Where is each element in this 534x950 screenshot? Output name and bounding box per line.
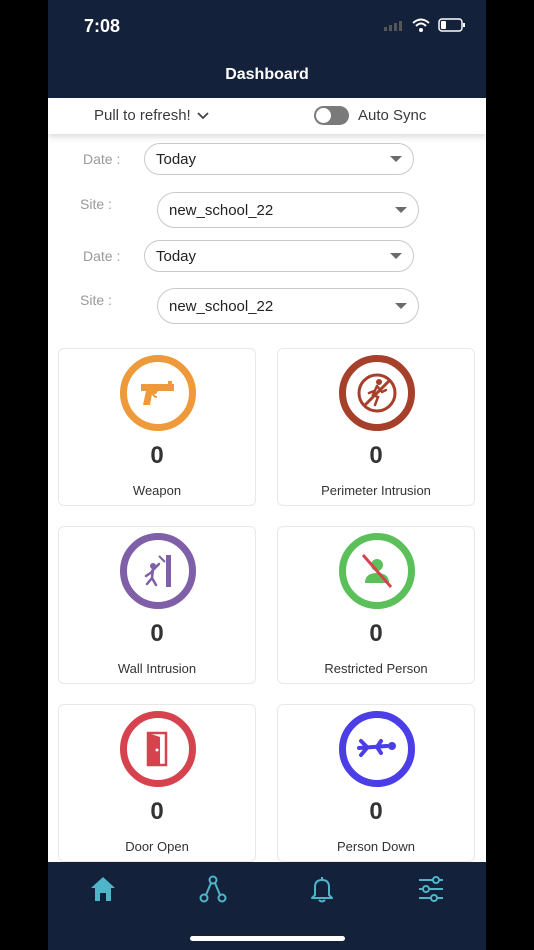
tab-home[interactable] <box>88 874 118 904</box>
restricted-person-label: Restricted Person <box>324 661 428 676</box>
app-screen: 7:08 Dashboard Pull to refresh! Auto Syn… <box>48 0 486 950</box>
site-select[interactable]: new_school_22 <box>157 192 419 228</box>
perimeter-intrusion-icon-ring <box>339 355 415 431</box>
wall-intrusion-icon-ring <box>120 533 196 609</box>
pull-to-refresh[interactable]: Pull to refresh! <box>94 107 209 124</box>
person-down-card[interactable]: 0 Person Down <box>277 704 475 862</box>
sync-bar: Pull to refresh! Auto Sync <box>48 98 486 134</box>
status-bar: 7:08 <box>48 0 486 52</box>
restricted-person-icon <box>361 554 393 588</box>
person-down-icon <box>357 739 396 757</box>
pull-to-refresh-label: Pull to refresh! <box>94 107 191 124</box>
site-label: Site : <box>80 196 112 212</box>
date-select[interactable]: Today <box>144 240 414 272</box>
home-icon <box>91 877 115 901</box>
site-select[interactable]: new_school_22 <box>157 288 419 324</box>
caret-down-icon <box>395 207 407 213</box>
person-down-label: Person Down <box>336 839 416 854</box>
climbing-wall-icon <box>144 555 171 587</box>
app-header: Dashboard <box>48 52 486 98</box>
status-time: 7:08 <box>84 16 121 36</box>
person-down-icon-ring <box>339 711 415 787</box>
tab-settings[interactable] <box>416 874 446 904</box>
weapon-count: 0 <box>150 442 164 469</box>
weapon-icon-ring <box>120 355 196 431</box>
home-indicator <box>190 936 345 941</box>
gun-icon <box>141 381 174 405</box>
date-label: Date : <box>83 151 121 167</box>
signal-icon <box>384 21 402 31</box>
wifi-icon <box>412 18 430 32</box>
no-entry-person-icon <box>357 373 397 413</box>
perimeter-intrusion-count: 0 <box>369 442 383 469</box>
open-door-icon <box>146 731 168 767</box>
date-label: Date : <box>83 248 121 264</box>
restricted-person-icon-ring <box>339 533 415 609</box>
door-open-label: Door Open <box>125 839 189 854</box>
site-select-value: new_school_22 <box>169 298 274 315</box>
caret-down-icon <box>395 303 407 309</box>
perimeter-intrusion-label: Perimeter Intrusion <box>321 483 431 498</box>
battery-icon <box>438 18 465 32</box>
weapon-label: Weapon <box>132 483 182 498</box>
auto-sync-label: Auto Sync <box>358 107 427 124</box>
weapon-card[interactable]: 0 Weapon <box>58 348 256 506</box>
person-down-count: 0 <box>369 798 383 825</box>
restricted-person-card[interactable]: 0 Restricted Person <box>277 526 475 684</box>
door-open-count: 0 <box>150 798 164 825</box>
perimeter-intrusion-card[interactable]: 0 Perimeter Intrusion <box>277 348 475 506</box>
page-title: Dashboard <box>225 66 309 83</box>
status-icons <box>384 18 466 32</box>
tab-alerts[interactable] <box>307 874 337 904</box>
site-label: Site : <box>80 292 112 308</box>
chevron-down-icon <box>197 111 209 119</box>
caret-down-icon <box>390 156 402 162</box>
sliders-icon <box>419 876 443 902</box>
site-select-value: new_school_22 <box>169 202 274 219</box>
wall-intrusion-card[interactable]: 0 Wall Intrusion <box>58 526 256 684</box>
toggle-knob <box>316 108 331 123</box>
network-icon <box>199 875 227 903</box>
wall-intrusion-count: 0 <box>150 620 164 647</box>
wall-intrusion-label: Wall Intrusion <box>117 661 197 676</box>
date-select[interactable]: Today <box>144 143 414 175</box>
date-select-value: Today <box>156 151 197 168</box>
date-select-value: Today <box>156 248 197 265</box>
tab-network[interactable] <box>198 874 228 904</box>
door-open-icon-ring <box>120 711 196 787</box>
door-open-card[interactable]: 0 Door Open <box>58 704 256 862</box>
auto-sync-toggle[interactable] <box>314 106 349 125</box>
caret-down-icon <box>390 253 402 259</box>
restricted-person-count: 0 <box>369 620 383 647</box>
bell-icon <box>311 877 333 903</box>
bottom-tab-bar <box>48 862 486 950</box>
